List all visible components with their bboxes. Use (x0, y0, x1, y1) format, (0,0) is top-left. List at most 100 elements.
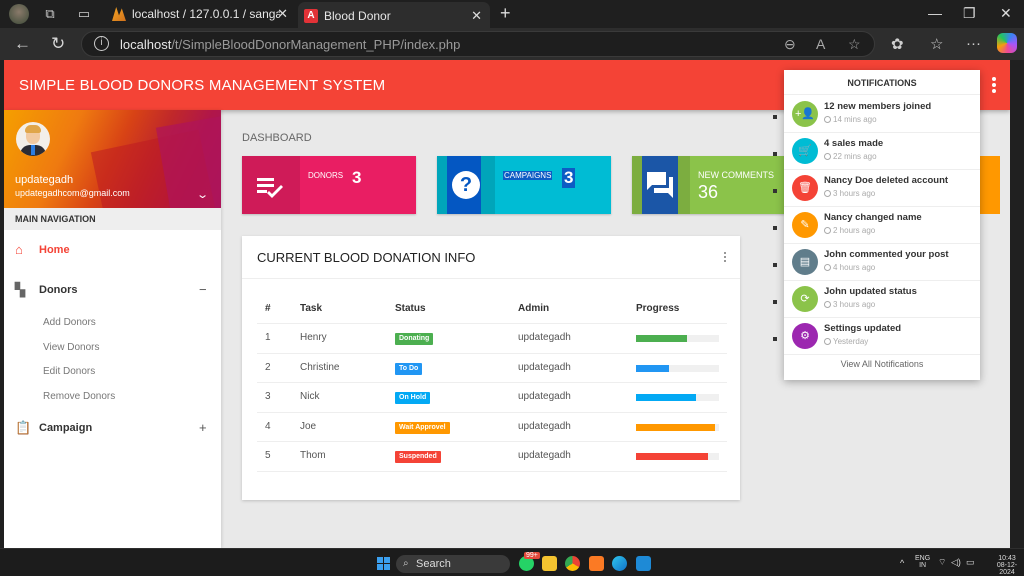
shopping-cart-icon: 🛒 (792, 138, 818, 164)
task-name: Thom (300, 450, 326, 461)
comments-count: 36 (698, 182, 719, 202)
favorite-star-icon[interactable]: ☆ (848, 36, 861, 53)
sidebar-subitem-edit-donors[interactable]: Edit Donors (43, 366, 95, 377)
notification-item[interactable]: +👤 12 new members joined 14 mins ago (784, 96, 980, 133)
app-title[interactable]: SIMPLE BLOOD DONORS MANAGEMENT SYSTEM (19, 77, 385, 94)
battery-icon[interactable]: ▭ (966, 557, 975, 568)
url-text[interactable]: localhost/t/SimpleBloodDonorManagement_P… (120, 37, 460, 52)
list-bullet (773, 337, 777, 341)
close-tab-icon[interactable]: ✕ (277, 0, 288, 28)
column-header-admin: Admin (518, 303, 550, 314)
notification-time: 4 hours ago (824, 263, 875, 272)
admin-name: updategadh (518, 420, 571, 432)
sidebar-subitem-remove-donors[interactable]: Remove Donors (43, 391, 115, 402)
user-email: updategadhcom@gmail.com (15, 188, 130, 198)
status-badge: Suspended (395, 451, 441, 463)
more-options-icon[interactable]: ··· (966, 35, 981, 52)
clock[interactable]: 10:43 08-12-2024 (990, 555, 1024, 576)
clock-icon (824, 338, 831, 345)
volume-icon[interactable]: ◁) (951, 557, 961, 568)
sidebar-item-donors[interactable]: ▚ Donors − (4, 280, 221, 304)
list-bullet (773, 263, 777, 267)
notification-item[interactable]: 🗑 Nancy Doe deleted account 3 hours ago (784, 170, 980, 207)
edge-icon[interactable] (612, 556, 627, 571)
sidebar-item-home[interactable]: ⌂ Home (4, 240, 221, 264)
clock-icon (824, 116, 831, 123)
taskbar-search[interactable]: ⌕ Search (396, 555, 510, 573)
list-bullet (773, 226, 777, 230)
copilot-icon[interactable] (997, 33, 1017, 53)
address-bar[interactable]: i localhost/t/SimpleBloodDonorManagement… (81, 31, 875, 57)
widgets-icon: ▚ (15, 282, 25, 297)
language-indicator[interactable]: ENG IN (915, 555, 930, 569)
notification-item[interactable]: ✎ Nancy changed name 2 hours ago (784, 207, 980, 244)
status-badge: On Hold (395, 392, 431, 404)
view-all-notifications-link[interactable]: View All Notifications (784, 359, 980, 369)
avatar (16, 122, 50, 156)
notification-item[interactable]: ⚙ Settings updated Yesterday (784, 318, 980, 355)
minimize-button[interactable]: — (928, 5, 942, 21)
person-add-icon: +👤 (792, 101, 818, 127)
show-hidden-icons[interactable]: ^ (900, 558, 904, 568)
column-header-num: # (265, 303, 271, 314)
user-info-panel: updategadh updategadhcom@gmail.com ⌄ (4, 110, 221, 208)
progress-fill (636, 364, 670, 372)
favorites-icon[interactable]: ☆ (930, 35, 943, 53)
notification-item[interactable]: 🛒 4 sales made 22 mins ago (784, 133, 980, 170)
progress-bar (636, 453, 719, 460)
collapse-icon[interactable]: − (199, 282, 207, 297)
status-badge: To Do (395, 362, 423, 375)
close-tab-icon[interactable]: ✕ (471, 2, 482, 30)
vscode-icon[interactable] (636, 556, 651, 571)
expand-icon[interactable]: + (199, 420, 207, 435)
workspaces-icon[interactable]: ⧉ (41, 5, 59, 23)
list-bullet (773, 152, 777, 156)
list-bullet (773, 189, 777, 193)
notification-text: 12 new members joined (824, 101, 932, 112)
notification-item[interactable]: ⟳ John updated status 3 hours ago (784, 281, 980, 318)
extensions-icon[interactable]: ✿ (891, 35, 904, 53)
restore-button[interactable]: ❐ (963, 5, 976, 22)
tab-blood-donor[interactable]: A Blood Donor ✕ (298, 2, 490, 28)
new-tab-button[interactable]: + (500, 3, 511, 24)
card-more-vert-icon[interactable] (724, 252, 727, 264)
xampp-icon[interactable] (589, 556, 604, 571)
help-icon: ? (452, 171, 480, 199)
back-arrow-icon[interactable]: ← (14, 34, 31, 54)
page-scrollbar[interactable] (1010, 60, 1024, 548)
angular-icon: A (304, 9, 318, 23)
read-aloud-icon[interactable]: A (816, 36, 825, 52)
more-vert-icon[interactable] (992, 77, 998, 95)
profile-avatar[interactable] (9, 4, 29, 24)
chrome-icon[interactable] (565, 556, 580, 571)
browser-toolbar: ← ↻ i localhost/t/SimpleBloodDonorManage… (0, 28, 1024, 60)
notification-item[interactable]: ▤ John commented your post 4 hours ago (784, 244, 980, 281)
zoom-out-icon[interactable]: ⊖ (784, 36, 796, 53)
notification-time: 22 mins ago (824, 152, 877, 161)
task-name: Christine (300, 361, 340, 373)
sidebar-subitem-add-donors[interactable]: Add Donors (43, 317, 96, 328)
list-bullet (773, 300, 777, 304)
sidebar-item-campaign[interactable]: 📋 Campaign + (4, 418, 221, 442)
tab-phpmyadmin[interactable]: localhost / 127.0.0.1 / sangamdb | ✕ (106, 0, 296, 28)
clock-icon (824, 153, 831, 160)
notification-time: 3 hours ago (824, 300, 875, 309)
file-explorer-icon[interactable] (542, 556, 557, 571)
close-window-button[interactable]: ✕ (1000, 5, 1012, 22)
tab-actions-icon[interactable]: ▭ (75, 5, 93, 23)
notification-text: Nancy changed name (824, 212, 922, 223)
chevron-down-icon[interactable]: ⌄ (196, 188, 209, 201)
info-box-new-comments[interactable]: NEW COMMENTS 36 (632, 156, 792, 214)
column-header-progress: Progress (636, 303, 680, 314)
info-box-donors[interactable]: DONORS 3 (242, 156, 416, 214)
wifi-icon[interactable]: ⌔ (938, 557, 946, 568)
windows-start-icon[interactable] (377, 557, 390, 570)
page-title: DASHBOARD (242, 132, 312, 144)
clock-icon (824, 227, 831, 234)
cached-icon: ⟳ (792, 286, 818, 312)
progress-fill (636, 423, 715, 431)
info-box-campaigns[interactable]: ? CAMPAIGNS 3 (437, 156, 611, 214)
site-info-icon[interactable]: i (94, 36, 109, 51)
sidebar-subitem-view-donors[interactable]: View Donors (43, 342, 100, 353)
refresh-icon[interactable]: ↻ (51, 34, 65, 54)
